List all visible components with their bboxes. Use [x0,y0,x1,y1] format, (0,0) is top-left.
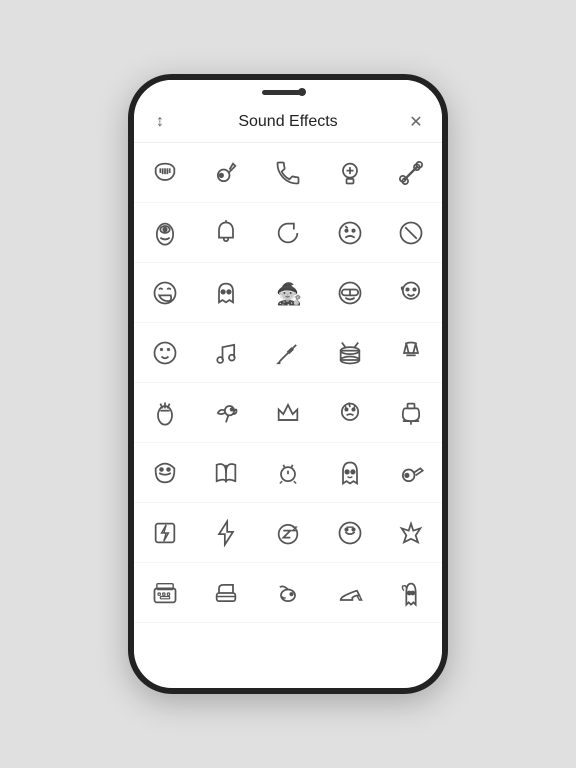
sound-bird[interactable] [196,383,258,443]
sound-whistle2[interactable] [380,443,442,503]
sound-ghost3[interactable] [380,563,442,623]
phone-frame: 中国联通 ▲ 下午2:47 @ 100% ↕ Sound Effects ✕ [128,74,448,694]
sound-ghost[interactable] [196,263,258,323]
page-title: Sound Effects [238,113,337,131]
sound-crown[interactable] [257,383,319,443]
sound-clap[interactable] [134,383,196,443]
icon-grid: 🧙 [134,143,442,623]
header: ↕ Sound Effects ✕ [134,102,442,143]
sound-sleep[interactable] [257,503,319,563]
sound-no[interactable] [380,203,442,263]
sound-minion[interactable] [134,203,196,263]
sound-cool[interactable] [319,263,381,323]
sound-ghost2[interactable] [319,443,381,503]
sound-typewriter[interactable] [134,563,196,623]
sort-icon[interactable]: ↕ [148,110,172,134]
svg-text:🧙: 🧙 [276,281,302,306]
sound-stapler[interactable] [196,563,258,623]
sound-sad[interactable] [319,203,381,263]
front-camera [298,88,306,96]
sound-laugh[interactable] [134,263,196,323]
content-area: 🧙 [134,143,442,669]
sound-dizzy[interactable] [134,323,196,383]
notch-area [134,80,442,108]
sound-whistle[interactable] [196,143,258,203]
sound-refresh[interactable] [257,203,319,263]
sound-teeth[interactable] [134,143,196,203]
sound-cheers[interactable] [380,323,442,383]
sound-lightning-box[interactable] [134,503,196,563]
sound-bone[interactable] [380,143,442,203]
sound-kid[interactable] [380,263,442,323]
sound-book[interactable] [196,443,258,503]
sound-alarm[interactable] [257,443,319,503]
sound-mask[interactable] [134,443,196,503]
sound-drum[interactable] [319,323,381,383]
sound-mouse[interactable] [257,563,319,623]
sound-police[interactable] [319,143,381,203]
sound-witch[interactable]: 🧙 [257,263,319,323]
speaker [262,90,302,95]
sound-lightning[interactable] [196,503,258,563]
sound-phone[interactable] [257,143,319,203]
sound-cry[interactable] [319,383,381,443]
close-button[interactable]: ✕ [404,110,428,134]
sound-eagle[interactable] [380,503,442,563]
sound-music[interactable] [196,323,258,383]
sound-toilet[interactable] [380,383,442,443]
sound-heel[interactable] [319,563,381,623]
sound-sword[interactable] [257,323,319,383]
sound-shush[interactable] [319,503,381,563]
sound-bell[interactable] [196,203,258,263]
